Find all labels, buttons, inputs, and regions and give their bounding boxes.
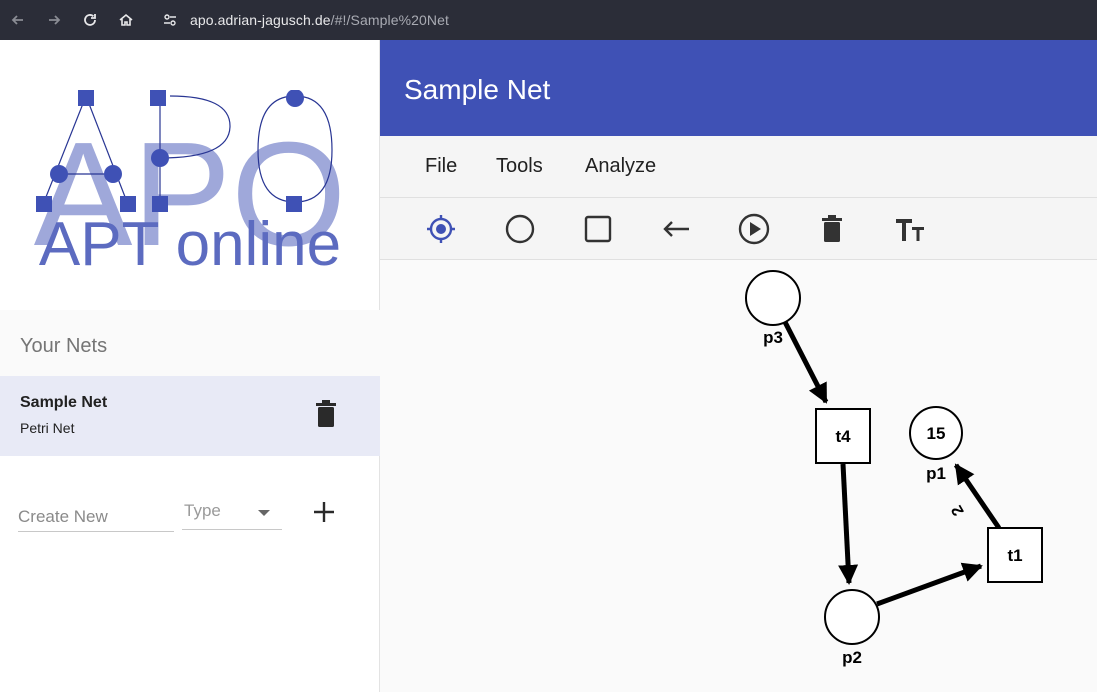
browser-toolbar: apo.adrian-jagusch.de/#!/Sample%20Net <box>0 0 1097 40</box>
transition-t4-label: t4 <box>835 427 851 446</box>
transition-t1-label: t1 <box>1007 546 1022 565</box>
type-select[interactable]: Type <box>182 498 282 530</box>
address-bar[interactable]: apo.adrian-jagusch.de/#!/Sample%20Net <box>190 12 449 28</box>
site-settings-icon[interactable] <box>162 12 178 28</box>
type-select-placeholder: Type <box>184 501 221 520</box>
create-net-row: Type <box>0 490 380 550</box>
petri-net-graph: 2 p3 15 p1 p2 t4 t1 <box>745 270 1043 667</box>
add-net-button[interactable] <box>310 498 338 526</box>
transition-square-icon[interactable] <box>581 212 615 246</box>
place-p1-label: p1 <box>926 464 946 483</box>
menu-tools[interactable]: Tools <box>496 155 543 178</box>
back-icon[interactable] <box>0 0 36 40</box>
place-p2[interactable]: p2 <box>824 589 880 667</box>
place-p3-label: p3 <box>763 328 783 347</box>
arc-arrow-icon[interactable] <box>659 212 693 246</box>
forward-icon[interactable] <box>36 0 72 40</box>
menu-bar: File Tools Analyze <box>380 136 1097 198</box>
transition-t1[interactable]: t1 <box>987 527 1043 583</box>
apo-logo: APO APT online <box>34 90 346 279</box>
net-list-item[interactable]: Sample Net Petri Net <box>0 376 380 456</box>
arc-p3-t4[interactable] <box>782 320 829 404</box>
net-canvas[interactable]: 2 p3 15 p1 p2 t4 t1 <box>380 260 1097 692</box>
dropdown-arrow-icon <box>258 510 270 516</box>
menu-analyze[interactable]: Analyze <box>585 155 656 178</box>
transition-t4[interactable]: t4 <box>815 408 871 464</box>
reload-icon[interactable] <box>72 0 108 40</box>
page-title: Sample Net <box>380 40 1097 136</box>
net-type: Petri Net <box>20 420 75 436</box>
net-name: Sample Net <box>20 394 108 411</box>
arc-p2-t1[interactable] <box>876 562 983 607</box>
logo-subtitle: APT online <box>39 210 341 279</box>
editor-toolbar <box>380 198 1097 260</box>
place-p2-label: p2 <box>842 648 862 667</box>
arc-weight-label: 2 <box>948 502 967 518</box>
create-new-input[interactable] <box>18 502 174 532</box>
menu-file[interactable]: File <box>425 155 457 178</box>
place-circle-icon[interactable] <box>503 212 537 246</box>
sidebar: APO APT online Your Nets Sample Net Petr… <box>0 40 380 692</box>
select-target-icon[interactable] <box>424 212 458 246</box>
arc-t4-p2[interactable] <box>838 463 859 585</box>
place-p1[interactable]: 15 p1 <box>909 406 963 483</box>
your-nets-heading: Your Nets <box>0 310 380 376</box>
play-icon[interactable] <box>737 212 771 246</box>
home-icon[interactable] <box>108 0 144 40</box>
place-p1-tokens: 15 <box>927 424 946 443</box>
delete-icon[interactable] <box>815 212 849 246</box>
url-host: apo.adrian-jagusch.de <box>190 12 331 28</box>
delete-net-icon[interactable] <box>314 400 338 428</box>
url-path: /#!/Sample%20Net <box>330 12 449 28</box>
arc-t1-p1[interactable] <box>953 463 1002 530</box>
text-size-icon[interactable] <box>893 212 927 246</box>
